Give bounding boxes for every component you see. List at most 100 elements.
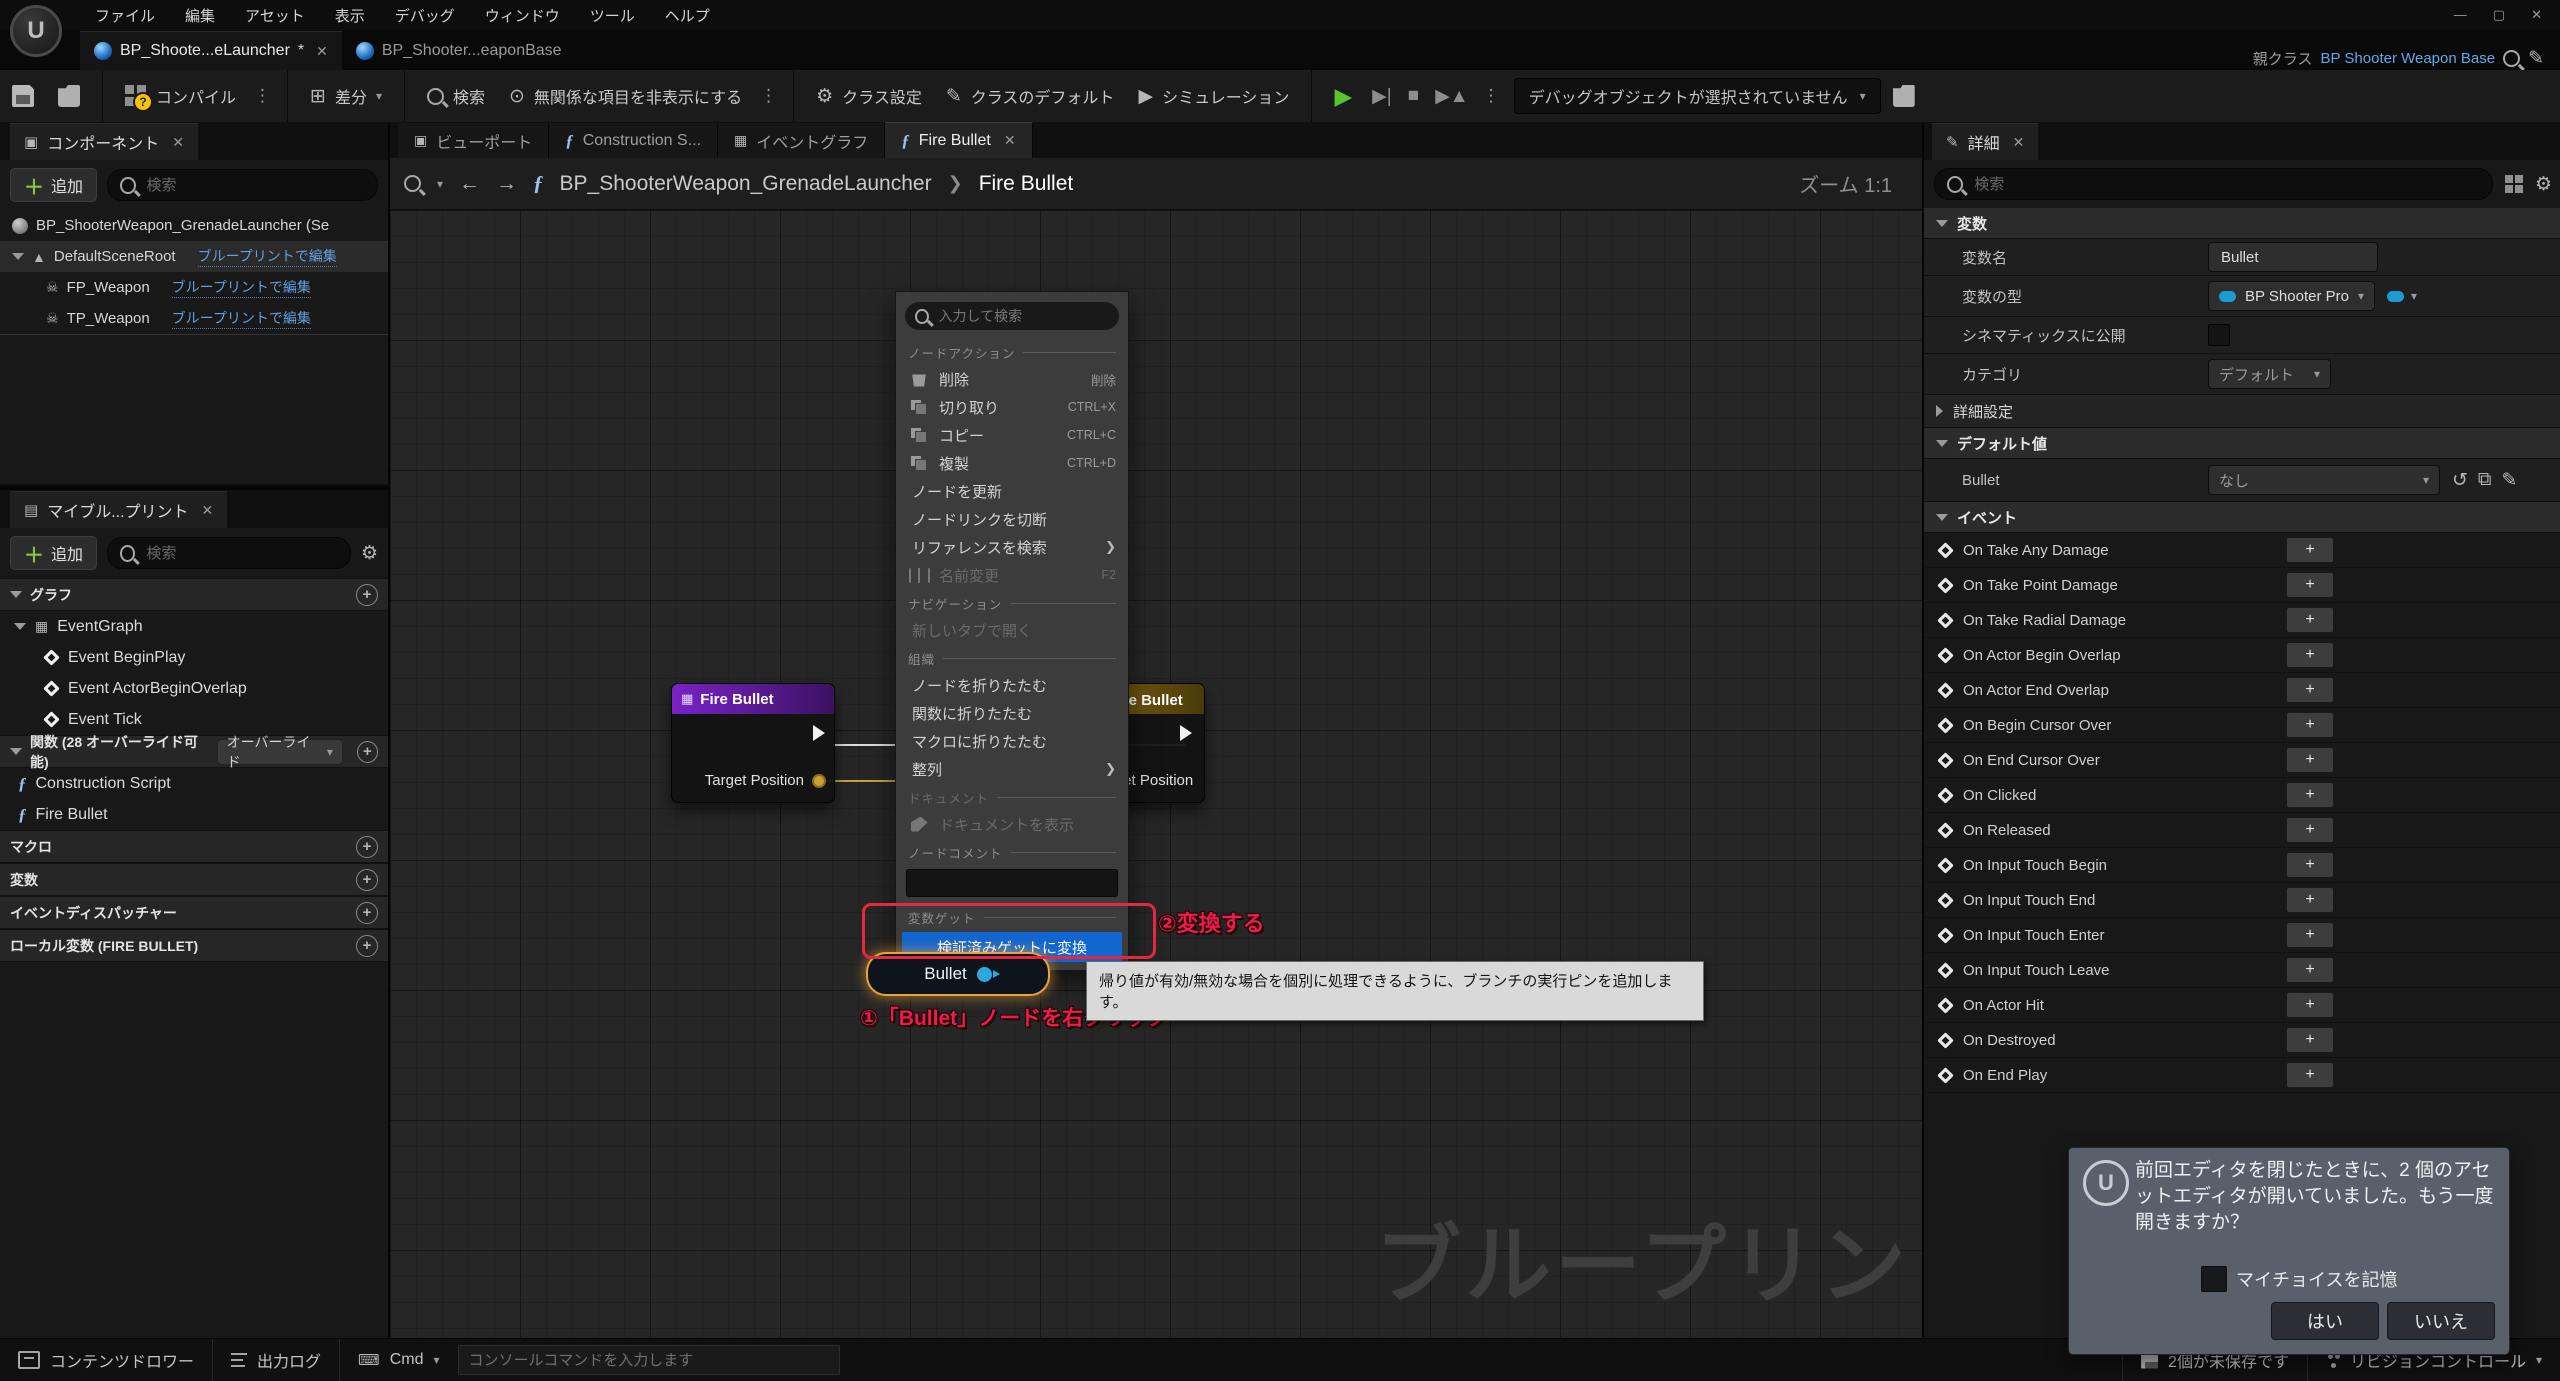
- menubar-item[interactable]: ツール: [575, 5, 650, 26]
- default-value-dropdown[interactable]: なし ▾: [2208, 465, 2440, 495]
- variable-name-input[interactable]: [2219, 248, 2343, 267]
- menubar-item[interactable]: 表示: [320, 5, 380, 26]
- class-defaults-button[interactable]: ✎ クラスのデフォルト: [934, 70, 1127, 122]
- save-button[interactable]: [0, 70, 46, 122]
- add-event-button[interactable]: +: [2286, 712, 2334, 738]
- browse-to-asset-icon[interactable]: ⧉: [2478, 469, 2492, 491]
- fire-bullet-entry-node[interactable]: ▦ Fire Bullet Target Position: [671, 683, 835, 803]
- add-macro-button[interactable]: +: [356, 836, 378, 858]
- event-node-item[interactable]: Event BeginPlay: [0, 642, 388, 673]
- forward-arrow-icon[interactable]: →: [496, 172, 517, 196]
- category-dropdown[interactable]: デフォルト ▾: [2208, 359, 2331, 389]
- override-dropdown[interactable]: オーバーライド ▾: [217, 739, 343, 765]
- macros-section-header[interactable]: マクロ +: [0, 830, 388, 863]
- menu-item-collapse-to-function[interactable]: 関数に折りたたむ: [896, 699, 1128, 727]
- zoom-search-icon[interactable]: [404, 175, 421, 192]
- play-button[interactable]: ▶: [1322, 70, 1364, 122]
- expose-to-cinematics-checkbox[interactable]: [2208, 324, 2230, 346]
- menu-item-collapse-to-macro[interactable]: マクロに折りたたむ: [896, 727, 1128, 755]
- display-options-icon[interactable]: [2505, 175, 2523, 193]
- graphs-section-header[interactable]: グラフ +: [0, 578, 388, 611]
- add-function-button[interactable]: +: [357, 741, 378, 763]
- edit-in-blueprint-link[interactable]: ブループリントで編集: [198, 246, 337, 267]
- tab-construction-script[interactable]: ƒ Construction S...: [549, 123, 718, 158]
- function-item[interactable]: ƒ Fire Bullet: [0, 799, 388, 830]
- add-event-button[interactable]: +: [2286, 887, 2334, 913]
- remember-choice-checkbox[interactable]: [2201, 1266, 2227, 1292]
- add-event-button[interactable]: +: [2286, 782, 2334, 808]
- add-event-button[interactable]: +: [2286, 852, 2334, 878]
- details-search-input[interactable]: [1972, 175, 2480, 194]
- edit-in-blueprint-link[interactable]: ブループリントで編集: [172, 277, 311, 298]
- console-command-input[interactable]: [458, 1345, 840, 1375]
- simulation-button[interactable]: ▶ シミュレーション: [1126, 70, 1301, 122]
- menu-item-break-links[interactable]: ノードリンクを切断: [896, 505, 1128, 533]
- blueprint-graph-canvas[interactable]: ブループリント ▦ Fire Bullet Target Position 親:…: [390, 210, 1922, 1338]
- add-component-button[interactable]: ＋ 追加: [10, 168, 97, 202]
- asset-tab-weapon-base[interactable]: BP_Shooter...eaponBase: [342, 32, 576, 70]
- functions-section-header[interactable]: 関数 (28 オーバーライド可能) オーバーライド ▾ +: [0, 735, 388, 768]
- search-icon[interactable]: [2503, 50, 2520, 67]
- close-tab-icon[interactable]: ✕: [316, 43, 328, 60]
- eject-button[interactable]: ▶▲: [1427, 85, 1476, 108]
- add-event-button[interactable]: +: [2286, 957, 2334, 983]
- browse-asset-button[interactable]: [46, 70, 92, 122]
- components-search[interactable]: [107, 169, 378, 201]
- menu-item-copy[interactable]: コピーCTRL+C: [896, 421, 1128, 449]
- exec-output-pin[interactable]: [1180, 725, 1192, 741]
- debug-object-dropdown[interactable]: デバッグオブジェクトが選択されていません ▾: [1514, 78, 1881, 114]
- frame-skip-button[interactable]: ▶|: [1364, 85, 1400, 108]
- yes-button[interactable]: はい: [2271, 1302, 2379, 1340]
- maximize-icon[interactable]: ▢: [2493, 7, 2505, 23]
- exec-output-pin[interactable]: [813, 725, 825, 741]
- my-blueprint-tab[interactable]: ▤ マイブル...プリント ✕: [10, 491, 227, 528]
- variable-name-field[interactable]: [2208, 242, 2378, 272]
- play-options-kebab[interactable]: ⋮: [1477, 86, 1506, 106]
- content-drawer-button[interactable]: コンテンツドロワー: [0, 1339, 212, 1381]
- add-dispatcher-button[interactable]: +: [356, 902, 378, 924]
- edit-in-blueprint-link[interactable]: ブループリントで編集: [172, 308, 311, 329]
- menu-item-refresh-node[interactable]: ノードを更新: [896, 477, 1128, 505]
- add-event-button[interactable]: +: [2286, 992, 2334, 1018]
- menubar-item[interactable]: ウィンドウ: [470, 5, 575, 26]
- no-button[interactable]: いいえ: [2387, 1302, 2495, 1340]
- class-settings-button[interactable]: ⚙ クラス設定: [804, 70, 934, 122]
- menu-item-find-references[interactable]: リファレンスを検索❯: [896, 533, 1128, 561]
- menubar-item[interactable]: デバッグ: [380, 5, 470, 26]
- close-icon[interactable]: ✕: [172, 134, 184, 151]
- tab-event-graph[interactable]: ▦ イベントグラフ: [718, 123, 885, 158]
- menu-item-delete[interactable]: 削除削除: [896, 365, 1128, 393]
- filter-gear-icon[interactable]: ⚙: [361, 542, 378, 565]
- back-arrow-icon[interactable]: ←: [459, 172, 480, 196]
- debug-browse-button[interactable]: [1881, 70, 1927, 122]
- output-log-button[interactable]: 出力ログ: [213, 1339, 339, 1381]
- target-position-pin-row[interactable]: Target Position: [705, 772, 826, 789]
- compile-button[interactable]: ? コンパイル: [113, 70, 248, 122]
- add-local-variable-button[interactable]: +: [356, 935, 378, 957]
- add-graph-button[interactable]: +: [356, 584, 378, 606]
- use-selected-icon[interactable]: ↺: [2452, 469, 2468, 492]
- menu-item-duplicate[interactable]: 複製CTRL+D: [896, 449, 1128, 477]
- diff-button[interactable]: ⊞ 差分 ▾: [298, 70, 394, 122]
- node-comment-input[interactable]: [906, 869, 1118, 897]
- event-graph-item[interactable]: ▦ EventGraph: [0, 611, 388, 642]
- menu-item-collapse-node[interactable]: ノードを折りたたむ: [896, 671, 1128, 699]
- local-variables-section-header[interactable]: ローカル変数 (FIRE BULLET) +: [0, 929, 388, 962]
- add-blueprint-item-button[interactable]: ＋ 追加: [10, 536, 97, 570]
- event-node-item[interactable]: Event Tick: [0, 704, 388, 735]
- add-event-button[interactable]: +: [2286, 677, 2334, 703]
- expand-arrow-icon[interactable]: [12, 253, 24, 260]
- close-icon[interactable]: ✕: [2013, 134, 2025, 151]
- context-menu-search-input[interactable]: [937, 307, 1109, 325]
- add-event-button[interactable]: +: [2286, 572, 2334, 598]
- add-event-button[interactable]: +: [2286, 1027, 2334, 1053]
- menu-item-cut[interactable]: 切り取りCTRL+X: [896, 393, 1128, 421]
- close-icon[interactable]: ✕: [2531, 7, 2542, 23]
- my-blueprint-search[interactable]: [107, 537, 351, 569]
- add-event-button[interactable]: +: [2286, 607, 2334, 633]
- function-item[interactable]: ƒ Construction Script: [0, 768, 388, 799]
- menu-item-show-documentation[interactable]: ドキュメントを表示: [896, 810, 1128, 838]
- variable-section-header[interactable]: 変数: [1924, 208, 2560, 239]
- add-event-button[interactable]: +: [2286, 1062, 2334, 1088]
- menubar-item[interactable]: ヘルプ: [650, 5, 725, 26]
